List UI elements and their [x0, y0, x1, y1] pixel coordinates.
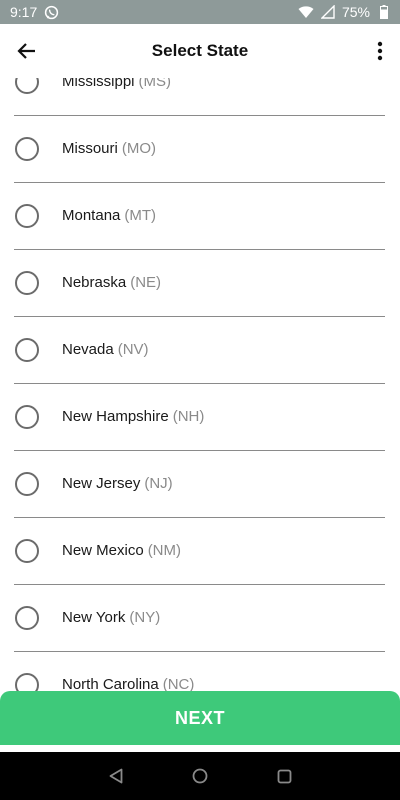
list-item[interactable]: New Hampshire (NH): [14, 383, 385, 451]
wifi-icon: [298, 4, 314, 20]
state-label: Missouri (MO): [62, 140, 156, 157]
triangle-back-icon: [109, 768, 123, 784]
select-state-screen: 9:17 75% Select State Mississippi (MS) M…: [0, 0, 400, 800]
state-label: Montana (MT): [62, 207, 156, 224]
state-name: Nevada: [62, 341, 114, 358]
list-item[interactable]: Nevada (NV): [14, 316, 385, 384]
state-label: New Hampshire (NH): [62, 408, 204, 425]
list-item[interactable]: Montana (MT): [14, 182, 385, 250]
whatsapp-icon: [43, 4, 59, 20]
list-item[interactable]: Nebraska (NE): [14, 249, 385, 317]
radio-button[interactable]: [15, 605, 39, 630]
nav-recents-button[interactable]: [275, 767, 293, 785]
state-label: New York (NY): [62, 609, 160, 626]
radio-button[interactable]: [15, 404, 39, 429]
page-title: Select State: [151, 41, 249, 60]
list-item[interactable]: New Jersey (NJ): [14, 450, 385, 518]
state-label: Nebraska (NE): [62, 274, 161, 291]
state-name: New York: [62, 609, 126, 626]
status-bar-right: 75%: [298, 4, 400, 20]
state-abbr: (MT): [124, 207, 157, 224]
state-abbr: (NE): [130, 274, 162, 291]
state-abbr: (NJ): [144, 475, 173, 492]
state-abbr: (NY): [129, 609, 161, 626]
nav-home-button[interactable]: [191, 767, 209, 785]
state-abbr: (MO): [121, 140, 156, 157]
state-name: New Jersey: [62, 475, 141, 492]
state-name: Missouri: [62, 140, 118, 157]
radio-button[interactable]: [15, 337, 39, 362]
state-abbr: (NM): [147, 542, 182, 559]
more-vert-icon: [377, 41, 383, 61]
state-label: New Jersey (NJ): [62, 475, 173, 492]
app-bar: Select State: [0, 24, 400, 78]
state-label: New Mexico (NM): [62, 542, 181, 559]
radio-button[interactable]: [15, 538, 39, 563]
list-item[interactable]: New York (NY): [14, 584, 385, 652]
radio-button[interactable]: [15, 136, 39, 161]
square-recents-icon: [277, 769, 291, 783]
state-abbr: (NV): [117, 341, 149, 358]
state-label: Nevada (NV): [62, 341, 149, 358]
nav-back-button[interactable]: [107, 767, 125, 785]
battery-icon: [376, 4, 392, 20]
battery-percent: 75%: [341, 4, 370, 20]
state-name: Montana: [62, 207, 121, 224]
status-time: 9:17: [10, 4, 38, 20]
list-item[interactable]: New Mexico (NM): [14, 517, 385, 585]
status-bar: 9:17 75%: [0, 0, 400, 24]
radio-button[interactable]: [15, 203, 39, 228]
state-name: New Mexico: [62, 542, 144, 559]
state-name: Nebraska: [62, 274, 127, 291]
state-abbr: (NH): [172, 408, 205, 425]
cell-signal-icon: [320, 4, 336, 20]
status-bar-left: 9:17: [0, 4, 59, 20]
list-item[interactable]: Missouri (MO): [14, 115, 385, 183]
next-button[interactable]: NEXT: [0, 691, 400, 745]
state-name: New Hampshire: [62, 408, 169, 425]
circle-home-icon: [192, 768, 208, 784]
radio-button[interactable]: [15, 471, 39, 496]
more-options-button[interactable]: [368, 34, 392, 68]
state-list[interactable]: Mississippi (MS) Missouri (MO) Montana (MT)…: [0, 48, 400, 748]
radio-button[interactable]: [15, 270, 39, 295]
system-nav-bar: [0, 752, 400, 800]
